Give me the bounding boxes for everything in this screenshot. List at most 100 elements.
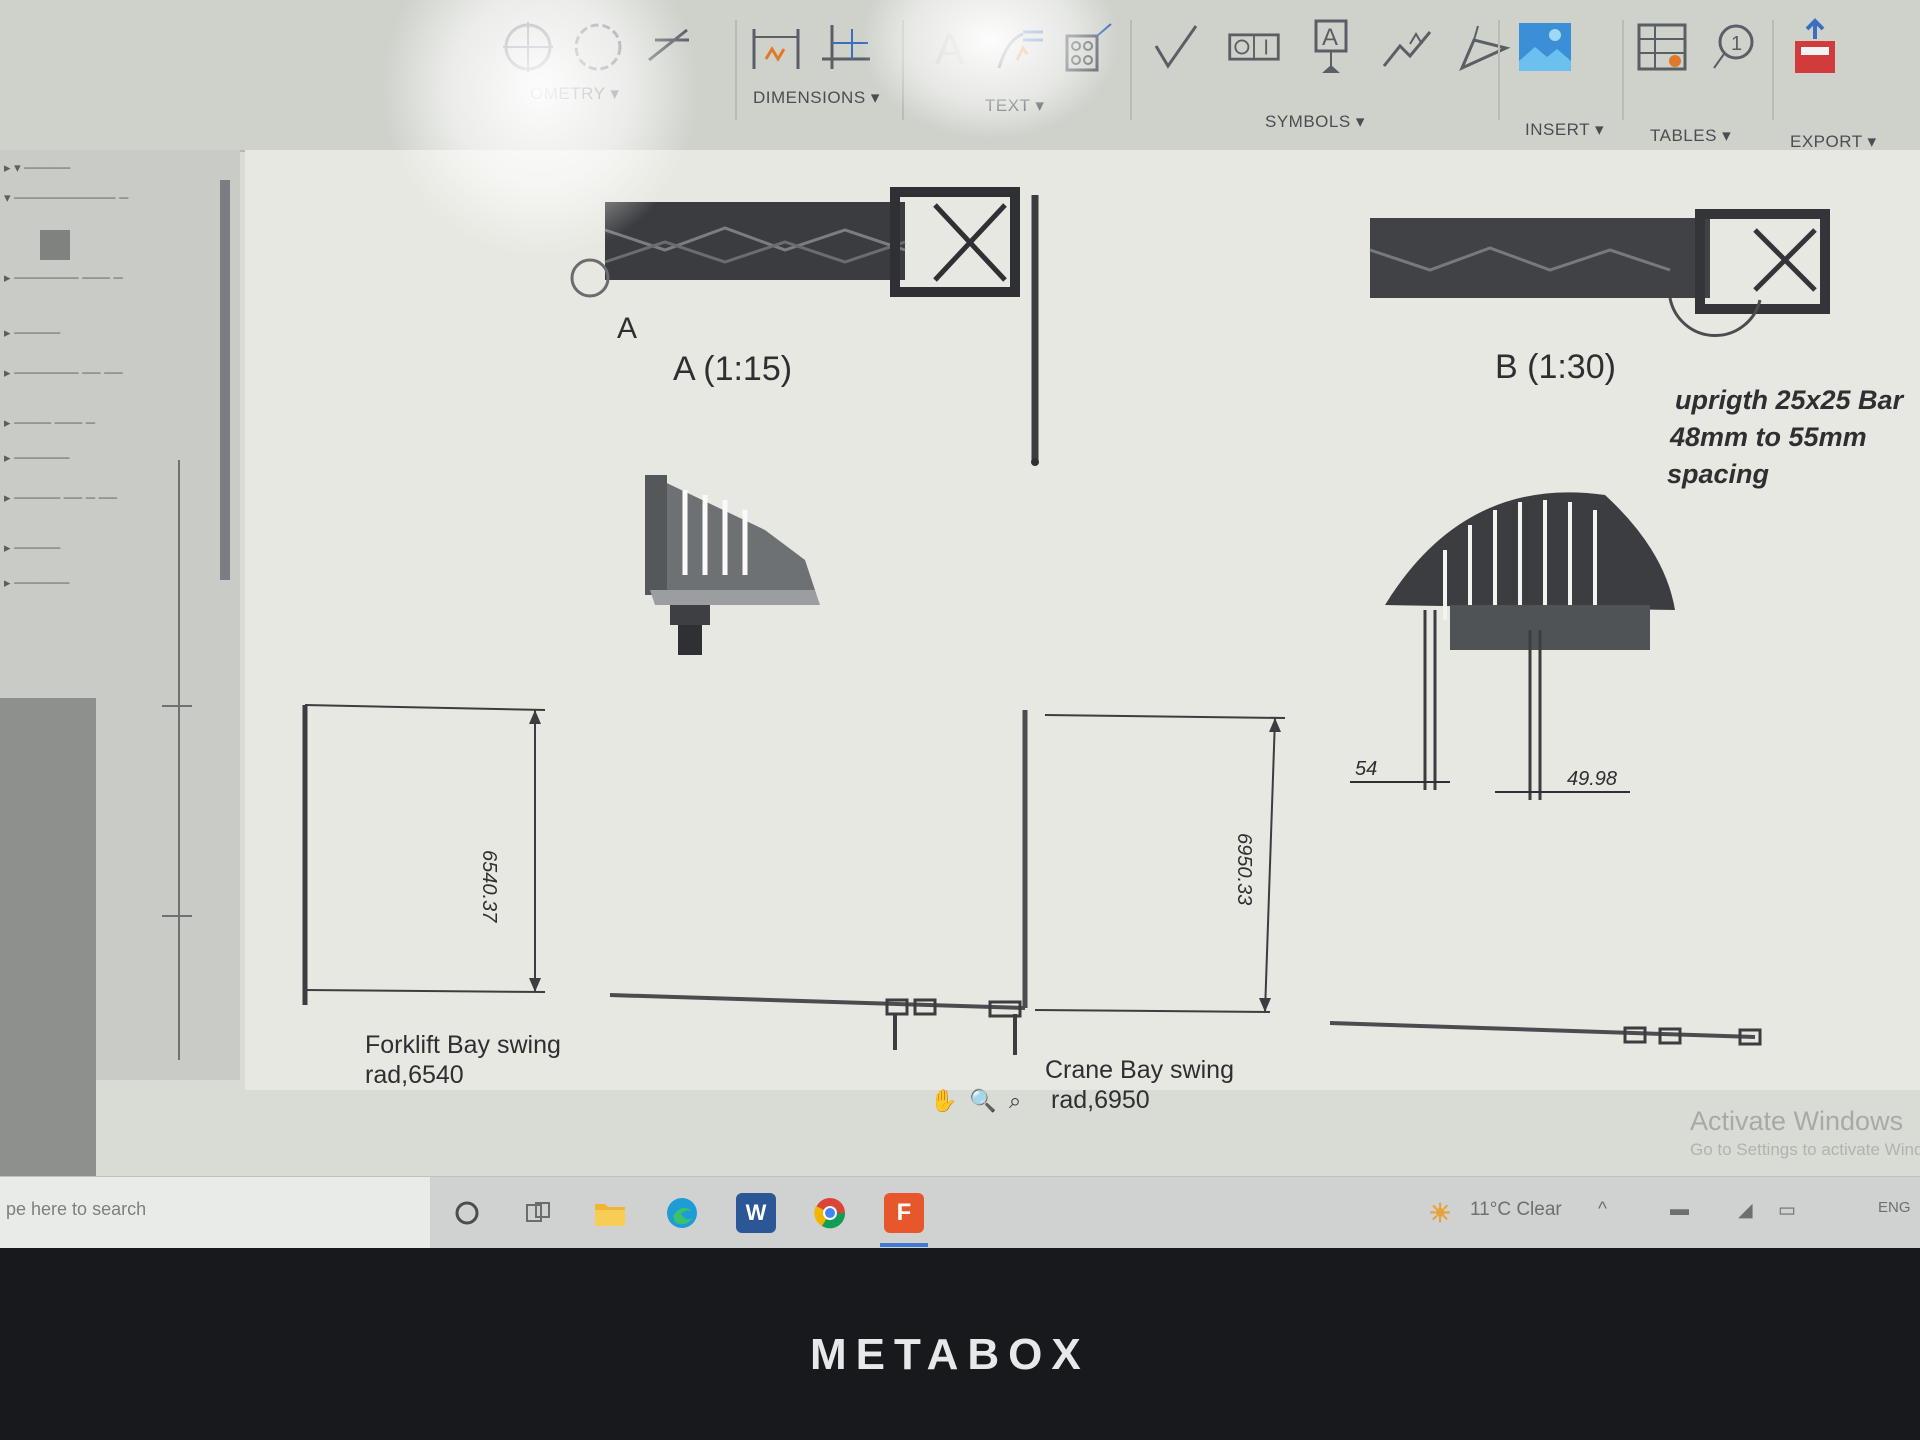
detail-view-b[interactable] [1369,209,1830,337]
text-group[interactable]: A TEXT ▾ [925,8,1115,128]
word-icon[interactable]: W [736,1193,776,1233]
thumbnail [40,230,70,260]
dimensions-group[interactable]: DIMENSIONS ▾ [748,8,898,128]
volume-icon[interactable]: ◢ [1738,1199,1753,1222]
splitter-bar[interactable] [220,180,230,580]
symbols-group[interactable]: A SYMBOLS ▾ [1150,8,1510,131]
insert-group[interactable]: INSERT ▾ [1515,8,1615,139]
browser-row[interactable]: ▸ ────── [4,575,69,591]
ribbon-separator [1498,20,1500,120]
taper-symbol-icon[interactable] [1456,19,1510,75]
dimension-icon[interactable] [748,19,804,75]
dimension-49-98: 49.98 [1567,768,1618,790]
ordinate-dimension-icon[interactable] [818,19,874,75]
plan-view-b[interactable] [1329,1021,1762,1046]
centerline-icon[interactable] [500,19,556,75]
vertical-ruler [178,460,180,1060]
dimension-54: 54 [1355,758,1378,780]
edge-browser-icon[interactable] [662,1193,702,1233]
crane-bay-swing-view[interactable] [609,710,1286,1055]
browser-row[interactable]: ▾ ─────────── ─ [4,190,128,206]
isometric-view-b[interactable] [1350,492,1675,800]
chrome-icon[interactable] [810,1193,850,1233]
edge-extension-icon[interactable] [640,19,696,75]
task-view-icon[interactable] [518,1193,558,1233]
browser-row[interactable]: ▸ ──── ─── ─ [4,415,95,431]
ribbon-toolbar: OMETRY ▾ DIMENSIONS ▾ A TEXT ▾ A SYMBOLS… [0,0,1920,152]
browser-row[interactable]: ▸ ───── [4,325,60,341]
spacing-note-line3: spacing [1667,459,1770,489]
cortana-icon[interactable] [447,1193,487,1233]
crane-caption-line1: Crane Bay swing [1045,1056,1234,1084]
zoom-window-icon[interactable]: ⌕ [1009,1088,1021,1114]
pan-icon[interactable]: ✋ [930,1088,957,1114]
ribbon-separator [1622,20,1624,120]
export-label: EXPORT ▾ [1790,132,1877,151]
dimension-center-height: 6950.33 [1233,833,1255,906]
drawing-sheet[interactable]: A A (1:15) B (1:30) uprigth 25x25 Bar 48… [245,150,1920,1114]
activate-windows-watermark: Activate Windows [1690,1106,1904,1136]
brand-logo: METABOX [810,1330,1090,1379]
ribbon-separator [1772,20,1774,120]
forklift-bay-swing-view[interactable] [302,704,546,1005]
view-a-marker: A [617,312,638,345]
isometric-view-a[interactable] [645,475,820,655]
file-explorer-icon[interactable] [590,1193,630,1233]
ribbon-separator [735,20,737,120]
crane-caption-line2: rad,6950 [1051,1086,1150,1114]
taskbar: pe here to search W F ☀ 11°C Clear ^ ▬ ◢… [0,1176,1920,1248]
tables-group[interactable]: 1 TABLES ▾ [1635,8,1765,145]
svg-text:1: 1 [1731,33,1742,55]
forklift-caption-line2: rad,6540 [365,1061,464,1089]
feature-control-frame-icon[interactable] [1226,19,1282,75]
browser-row[interactable]: ▸ ─────── ── ── [4,365,123,381]
weld-symbol-icon[interactable] [1380,19,1434,75]
tables-label: TABLES ▾ [1650,126,1732,145]
dimension-left-height: 6540.37 [478,850,500,923]
weather-text[interactable]: 11°C Clear [1470,1199,1562,1221]
geometry-group[interactable]: OMETRY ▾ [500,8,700,128]
zoom-icon[interactable]: 🔍 [969,1088,996,1114]
spacing-note-line1: uprigth 25x25 Bar [1675,385,1904,415]
leader-icon[interactable] [993,19,1047,75]
balloon-icon[interactable]: 1 [1705,19,1761,75]
language-indicator[interactable]: ENG [1878,1199,1911,1216]
circle-icon[interactable] [570,19,626,75]
activate-windows-subtext: Go to Settings to activate Windows. [1690,1140,1920,1159]
browser-row[interactable]: ▸ ─────── ─── ─ [4,270,123,286]
table-icon[interactable] [1635,19,1691,75]
ribbon-separator [1130,20,1132,120]
active-app-indicator [880,1243,928,1247]
balloon-table-icon[interactable] [1061,19,1115,75]
forklift-caption-line1: Forklift Bay swing [365,1031,561,1059]
ruler-tick [162,705,192,707]
detail-view-a[interactable] [570,187,1039,466]
symbols-label: SYMBOLS ▾ [1265,112,1365,131]
svg-text:A: A [1322,24,1338,51]
text-icon[interactable]: A [925,19,979,75]
search-placeholder: pe here to search [6,1199,147,1219]
browser-row[interactable]: ▸ ▾ ───── [4,160,70,176]
view-b-label: B (1:30) [1495,348,1616,386]
ruler-tick [162,915,192,917]
browser-row[interactable]: ▸ ───── ── ─ ── [4,490,117,506]
dimensions-label: DIMENSIONS ▾ [753,88,880,107]
export-icon[interactable] [1785,17,1845,77]
browser-row[interactable]: ▸ ───── [4,540,60,556]
screen: OMETRY ▾ DIMENSIONS ▾ A TEXT ▾ A SYMBOLS… [0,0,1920,1248]
fusion360-icon[interactable]: F [884,1193,924,1233]
export-group[interactable]: EXPORT ▾ [1785,8,1915,151]
browser-panel: ▸ ▾ ───── ▾ ─────────── ─ ▸ ─────── ─── … [0,150,240,1203]
datum-identifier-icon[interactable]: A [1304,19,1358,75]
network-icon[interactable]: ▬ [1670,1199,1689,1221]
surface-texture-icon[interactable] [1150,19,1204,75]
weather-icon[interactable]: ☀ [1420,1193,1460,1233]
browser-row[interactable]: ▸ ────── [4,450,69,466]
taskbar-search[interactable]: pe here to search [0,1177,430,1248]
battery-icon[interactable]: ▭ [1778,1199,1796,1222]
insert-label: INSERT ▾ [1525,120,1604,139]
geometry-label: OMETRY ▾ [530,84,620,103]
tray-overflow-icon[interactable]: ^ [1598,1199,1607,1221]
insert-image-icon[interactable] [1515,17,1575,77]
svg-text:A: A [935,25,965,74]
